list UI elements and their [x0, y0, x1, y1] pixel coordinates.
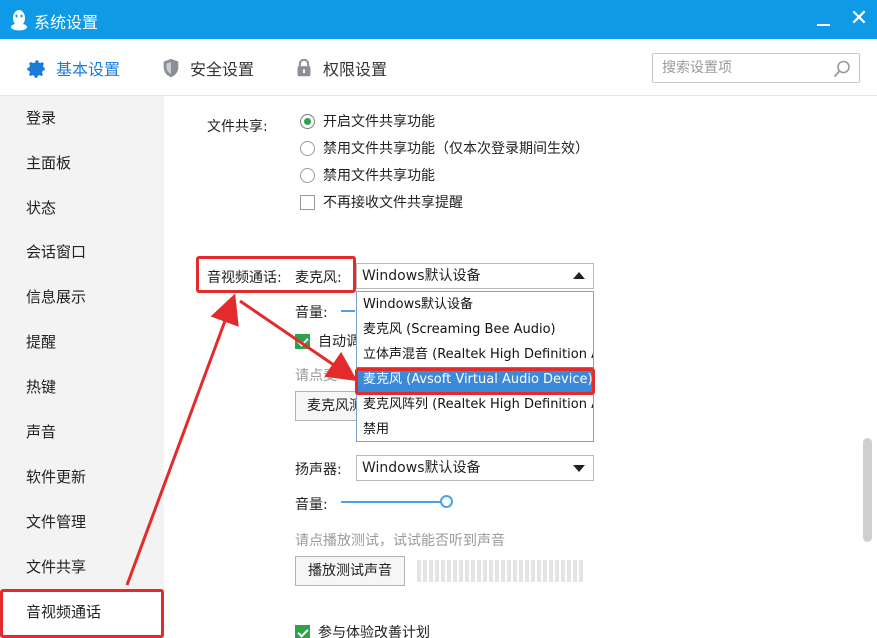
- speaker-volume-slider[interactable]: [341, 501, 446, 503]
- search-input[interactable]: [653, 54, 823, 82]
- mic-label: 麦克风:: [295, 270, 342, 286]
- option-label: 禁用文件共享功能（仅本次登录期间生效）: [323, 141, 589, 157]
- sidebar-item-av-call[interactable]: 音视频通话: [0, 590, 164, 634]
- speaker-volume-knob[interactable]: [440, 495, 453, 508]
- option-label: 禁用文件共享功能: [323, 168, 435, 184]
- tab-label: 权限设置: [323, 60, 388, 79]
- sidebar-item-info-display[interactable]: 信息展示: [0, 275, 164, 319]
- mic-volume-label: 音量:: [295, 305, 328, 321]
- minimize-button[interactable]: [812, 8, 836, 32]
- close-button[interactable]: ✕: [846, 6, 872, 32]
- tab-label: 安全设置: [190, 60, 255, 79]
- speaker-level-meter: [417, 560, 583, 582]
- speaker-selected-value: Windows默认设备: [362, 460, 481, 476]
- sidebar-item-hotkeys[interactable]: 热键: [0, 365, 164, 409]
- radio-button[interactable]: [300, 140, 315, 156]
- option-label: 参与体验改善计划: [318, 625, 430, 638]
- option-label: 自动调: [318, 334, 360, 350]
- checkbox-experience-program[interactable]: 参与体验改善计划: [295, 622, 430, 638]
- dropdown-option-disabled[interactable]: 禁用: [357, 417, 593, 442]
- dropdown-option-avsoft[interactable]: 麦克风 (Avsoft Virtual Audio Device): [357, 367, 593, 392]
- sidebar-item-main-panel[interactable]: 主面板: [0, 141, 164, 185]
- radio-disable-file-share[interactable]: 禁用文件共享功能: [300, 165, 435, 185]
- search-icon[interactable]: [832, 59, 852, 79]
- sidebar: 登录 主面板 状态 会话窗口 信息展示 提醒 热键 声音 软件更新 文件管理 文…: [0, 96, 164, 638]
- top-navigation: 基本设置 安全设置 权限设置: [0, 39, 877, 96]
- radio-button[interactable]: [300, 113, 315, 129]
- radio-enable-file-share[interactable]: 开启文件共享功能: [300, 111, 435, 131]
- tab-label: 基本设置: [56, 60, 121, 79]
- lock-icon: [297, 58, 311, 77]
- file-share-label: 文件共享:: [207, 119, 268, 135]
- shield-icon: [163, 58, 179, 78]
- scrollbar-track[interactable]: [860, 96, 877, 638]
- qq-penguin-icon: [11, 10, 27, 31]
- sidebar-item-file-management[interactable]: 文件管理: [0, 500, 164, 544]
- sidebar-item-software-update[interactable]: 软件更新: [0, 455, 164, 499]
- checkbox-no-share-reminders[interactable]: 不再接收文件共享提醒: [300, 192, 463, 212]
- checkbox-auto-adjust[interactable]: 自动调: [295, 331, 360, 351]
- checkbox[interactable]: [295, 333, 310, 349]
- checkbox[interactable]: [300, 194, 315, 210]
- option-label: 开启文件共享功能: [323, 114, 435, 130]
- search-box[interactable]: [652, 53, 860, 83]
- play-test-hint: 请点播放测试，试试能否听到声音: [295, 533, 505, 549]
- mic-selected-value: Windows默认设备: [362, 268, 481, 284]
- mic-select[interactable]: Windows默认设备: [356, 263, 594, 289]
- tab-basic-settings[interactable]: 基本设置: [26, 55, 120, 81]
- sidebar-item-status[interactable]: 状态: [0, 186, 164, 230]
- gear-icon: [27, 60, 46, 78]
- window-title: 系统设置: [34, 13, 99, 32]
- dropdown-option-stereo-mix[interactable]: 立体声混音 (Realtek High Definition A: [357, 342, 593, 367]
- sidebar-item-sound[interactable]: 声音: [0, 410, 164, 454]
- tab-security-settings[interactable]: 安全设置: [160, 55, 254, 81]
- play-test-button[interactable]: 播放测试声音: [295, 556, 405, 586]
- sidebar-item-chat-window[interactable]: 会话窗口: [0, 230, 164, 274]
- speaker-select[interactable]: Windows默认设备: [356, 455, 594, 481]
- mic-volume-slider[interactable]: [341, 310, 355, 312]
- sidebar-item-file-sharing[interactable]: 文件共享: [0, 545, 164, 589]
- chevron-down-icon: [573, 465, 585, 472]
- mic-dropdown-list: Windows默认设备 麦克风 (Screaming Bee Audio) 立体…: [356, 291, 594, 442]
- dropdown-option-mic-array[interactable]: 麦克风阵列 (Realtek High Definition A: [357, 392, 593, 417]
- scrollbar-thumb[interactable]: [863, 438, 872, 542]
- av-call-label: 音视频通话:: [207, 270, 282, 286]
- dropdown-option-screaming-bee[interactable]: 麦克风 (Screaming Bee Audio): [357, 317, 593, 342]
- mic-test-hint: 请点麦: [295, 368, 337, 384]
- checkbox[interactable]: [295, 624, 310, 638]
- title-bar: 系统设置 ✕: [0, 0, 877, 39]
- chevron-up-icon: [573, 272, 585, 279]
- sidebar-item-login[interactable]: 登录: [0, 96, 164, 140]
- speaker-label: 扬声器:: [295, 462, 342, 478]
- sidebar-item-reminders[interactable]: 提醒: [0, 320, 164, 364]
- radio-button[interactable]: [300, 167, 315, 183]
- option-label: 不再接收文件共享提醒: [323, 195, 463, 211]
- radio-disable-file-share-session[interactable]: 禁用文件共享功能（仅本次登录期间生效）: [300, 138, 589, 158]
- dropdown-option-windows-default[interactable]: Windows默认设备: [357, 292, 593, 317]
- tab-permission-settings[interactable]: 权限设置: [293, 55, 387, 81]
- speaker-volume-label: 音量:: [295, 497, 328, 513]
- mic-test-button[interactable]: 麦克风测: [295, 391, 357, 421]
- settings-content: 文件共享: 开启文件共享功能 禁用文件共享功能（仅本次登录期间生效） 禁用文件共…: [164, 96, 877, 638]
